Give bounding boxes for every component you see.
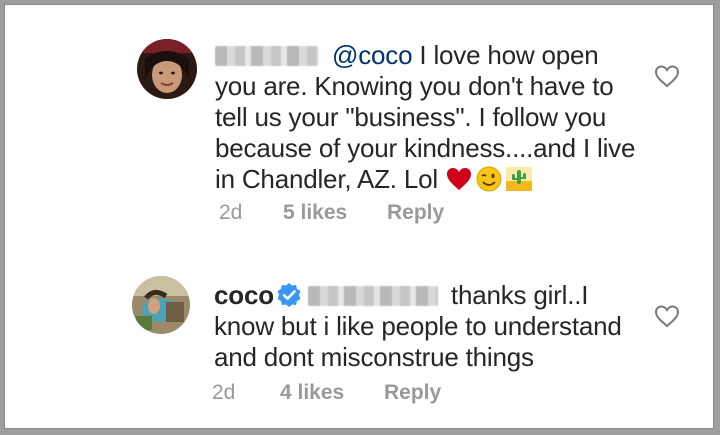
comment-text: coco thanks girl..I know but i like peop… [214, 280, 654, 373]
desert-cactus-icon [505, 167, 532, 191]
mention-redacted[interactable] [307, 286, 438, 306]
reply-button[interactable]: Reply [387, 201, 444, 225]
comment-line: in Chandler, AZ. Lol [215, 164, 438, 194]
like-heart-icon[interactable] [653, 63, 681, 89]
comment-time: 2d [212, 381, 236, 404]
username-redacted[interactable] [215, 46, 319, 66]
comment-line: and dont misconstrue things [214, 342, 534, 372]
likes-count[interactable]: 5 likes [283, 201, 347, 225]
comment-meta: 2d 4 likes Reply [212, 381, 512, 407]
comment-line: know but i like people to understand [214, 311, 622, 341]
commenter-avatar[interactable] [132, 276, 190, 334]
comment-line: you are. Knowing you don't have to [215, 71, 614, 101]
comment-line: thanks girl..I [450, 280, 589, 310]
verified-badge-icon [277, 283, 301, 307]
comment-time: 2d [219, 201, 243, 224]
red-heart-icon [446, 168, 471, 190]
comments-panel: @coco I love how open you are. Knowing y… [4, 4, 714, 429]
comment-meta: 2d 5 likes Reply [219, 201, 519, 227]
comment-line: tell us your "business". I follow you [215, 102, 607, 132]
comment-line: because of your kindness....and I live [215, 133, 636, 163]
reply-button[interactable]: Reply [384, 381, 441, 405]
like-heart-icon[interactable] [653, 303, 681, 329]
comment-text: @coco I love how open you are. Knowing y… [215, 40, 655, 195]
commenter-avatar[interactable] [137, 39, 197, 99]
author-username[interactable]: coco [214, 280, 274, 310]
comment-line: I love how open [419, 40, 599, 70]
winking-face-icon [476, 166, 502, 192]
mention-link[interactable]: @coco [332, 40, 413, 70]
likes-count[interactable]: 4 likes [280, 381, 344, 405]
